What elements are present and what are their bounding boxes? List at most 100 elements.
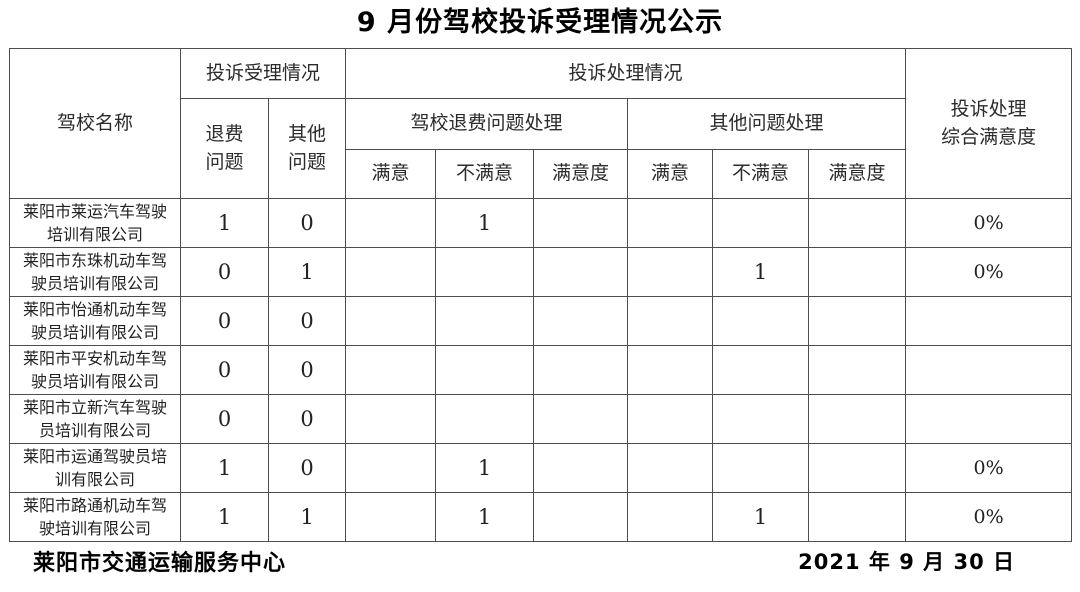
- cell-refund-satisfied: [345, 394, 437, 444]
- table-row: 莱阳市运通驾驶员培 训有限公司 1 0 1 0%: [9, 443, 1073, 493]
- table-row: 莱阳市立新汽车驾驶 员培训有限公司 0 0: [9, 394, 1073, 444]
- cell-accept-other: 0: [267, 296, 347, 346]
- cell-other-satisfied: [627, 247, 714, 297]
- header-refund-rate: 满意度: [533, 149, 629, 199]
- cell-overall-satisfaction: [905, 296, 1073, 346]
- cell-accept-refund: 1: [180, 443, 269, 493]
- cell-other-unsatisfied: 1: [712, 247, 810, 297]
- header-accept-refund-line1: 退费: [205, 122, 244, 145]
- cell-overall-satisfaction: [905, 394, 1073, 444]
- cell-refund-unsatisfied: [435, 296, 535, 346]
- header-overall-satisfaction: 投诉处理 综合满意度: [905, 48, 1073, 199]
- school-name-line2: 员培训有限公司: [38, 421, 151, 440]
- header-refund-unsatisfied: 不满意: [435, 149, 535, 199]
- school-name-line2: 驶员培训有限公司: [30, 323, 159, 342]
- table-row: 莱阳市东珠机动车驾 驶员培训有限公司 0 1 1 0%: [9, 247, 1073, 297]
- header-accept-other-line2: 问题: [288, 150, 327, 173]
- cell-accept-refund: 1: [180, 492, 269, 542]
- school-name-line2: 培训有限公司: [46, 225, 143, 244]
- cell-refund-satisfied: [345, 443, 437, 493]
- cell-refund-satisfied: [345, 345, 437, 395]
- cell-other-unsatisfied: [712, 345, 810, 395]
- header-school-name: 驾校名称: [9, 48, 181, 199]
- header-row-1: 驾校名称 投诉受理情况 投诉处理情况 投诉处理 综合满意度: [9, 48, 1073, 199]
- document-page: 9 月份驾校投诉受理情况公示 驾校名称 投诉受理情况 投诉处理情况 投诉处理 综…: [0, 0, 1080, 592]
- school-name-line2: 驶员培训有限公司: [30, 274, 159, 293]
- cell-overall-satisfaction: 0%: [905, 443, 1073, 493]
- cell-refund-satisfied: [345, 492, 437, 542]
- cell-other-satisfied: [627, 443, 714, 493]
- cell-other-unsatisfied: [712, 198, 810, 248]
- cell-refund-rate: [533, 247, 629, 297]
- cell-other-rate: [808, 296, 907, 346]
- cell-school-name: 莱阳市路通机动车驾 驶培训有限公司: [9, 492, 181, 542]
- cell-other-unsatisfied: 1: [712, 492, 810, 542]
- cell-accept-other: 0: [267, 394, 347, 444]
- school-name-line1: 莱阳市莱运汽车驾驶: [22, 201, 167, 221]
- cell-other-rate: [808, 345, 907, 395]
- cell-school-name: 莱阳市东珠机动车驾 驶员培训有限公司: [9, 247, 181, 297]
- cell-accept-refund: 0: [180, 247, 269, 297]
- cell-accept-refund: 0: [180, 394, 269, 444]
- cell-school-name: 莱阳市平安机动车驾 驶员培训有限公司: [9, 345, 181, 395]
- cell-accept-other: 1: [267, 247, 347, 297]
- cell-other-rate: [808, 394, 907, 444]
- header-other-handling: 其他问题处理: [627, 98, 907, 150]
- header-other-satisfied: 满意: [627, 149, 714, 199]
- cell-refund-unsatisfied: 1: [435, 198, 535, 248]
- header-accept-other: 其他 问题: [267, 98, 347, 199]
- cell-accept-refund: 0: [180, 345, 269, 395]
- cell-refund-unsatisfied: [435, 394, 535, 444]
- header-refund-handling: 驾校退费问题处理: [345, 98, 629, 150]
- cell-accept-other: 1: [267, 492, 347, 542]
- document-footer: 莱阳市交通运输服务中心 2021 年 9 月 30 日: [9, 545, 1071, 577]
- cell-other-unsatisfied: [712, 296, 810, 346]
- cell-other-satisfied: [627, 492, 714, 542]
- cell-refund-unsatisfied: [435, 345, 535, 395]
- cell-school-name: 莱阳市运通驾驶员培 训有限公司: [9, 443, 181, 493]
- header-other-unsatisfied: 不满意: [712, 149, 810, 199]
- cell-accept-other: 0: [267, 345, 347, 395]
- school-name-line1: 莱阳市立新汽车驾驶: [22, 397, 167, 417]
- cell-refund-satisfied: [345, 247, 437, 297]
- school-name-line2: 训有限公司: [54, 470, 135, 489]
- cell-school-name: 莱阳市莱运汽车驾驶 培训有限公司: [9, 198, 181, 248]
- cell-other-rate: [808, 247, 907, 297]
- cell-other-satisfied: [627, 345, 714, 395]
- header-refund-satisfied: 满意: [345, 149, 437, 199]
- complaint-table-container: 驾校名称 投诉受理情况 投诉处理情况 投诉处理 综合满意度 退费 问题 其他 问…: [9, 48, 1073, 542]
- header-overall-line1: 投诉处理: [950, 97, 1027, 120]
- cell-other-rate: [808, 492, 907, 542]
- header-other-rate: 满意度: [808, 149, 907, 199]
- header-accept-refund: 退费 问题: [180, 98, 269, 199]
- header-accept-other-line1: 其他: [288, 122, 327, 145]
- cell-overall-satisfaction: 0%: [905, 198, 1073, 248]
- cell-refund-rate: [533, 443, 629, 493]
- table-header: 驾校名称 投诉受理情况 投诉处理情况 投诉处理 综合满意度 退费 问题 其他 问…: [9, 48, 1073, 199]
- cell-refund-rate: [533, 296, 629, 346]
- cell-refund-rate: [533, 198, 629, 248]
- table-row: 莱阳市平安机动车驾 驶员培训有限公司 0 0: [9, 345, 1073, 395]
- cell-school-name: 莱阳市怡通机动车驾 驶员培训有限公司: [9, 296, 181, 346]
- cell-refund-unsatisfied: 1: [435, 443, 535, 493]
- cell-refund-rate: [533, 345, 629, 395]
- table-row: 莱阳市路通机动车驾 驶培训有限公司 1 1 1 1 0%: [9, 492, 1073, 542]
- school-name-line1: 莱阳市东珠机动车驾: [22, 250, 167, 270]
- header-accept-refund-line2: 问题: [205, 150, 244, 173]
- cell-accept-other: 0: [267, 443, 347, 493]
- header-handling-group: 投诉处理情况: [345, 48, 907, 99]
- cell-refund-rate: [533, 394, 629, 444]
- school-name-line1: 莱阳市怡通机动车驾: [22, 299, 167, 319]
- cell-refund-unsatisfied: [435, 247, 535, 297]
- cell-other-unsatisfied: [712, 443, 810, 493]
- cell-school-name: 莱阳市立新汽车驾驶 员培训有限公司: [9, 394, 181, 444]
- cell-accept-refund: 1: [180, 198, 269, 248]
- cell-other-unsatisfied: [712, 394, 810, 444]
- cell-other-satisfied: [627, 198, 714, 248]
- cell-refund-rate: [533, 492, 629, 542]
- cell-accept-other: 0: [267, 198, 347, 248]
- school-name-line1: 莱阳市运通驾驶员培: [22, 446, 167, 466]
- cell-refund-satisfied: [345, 296, 437, 346]
- cell-overall-satisfaction: 0%: [905, 247, 1073, 297]
- table-body: 莱阳市莱运汽车驾驶 培训有限公司 1 0 1 0% 莱阳市东珠机动车驾 驶员培训…: [9, 198, 1073, 542]
